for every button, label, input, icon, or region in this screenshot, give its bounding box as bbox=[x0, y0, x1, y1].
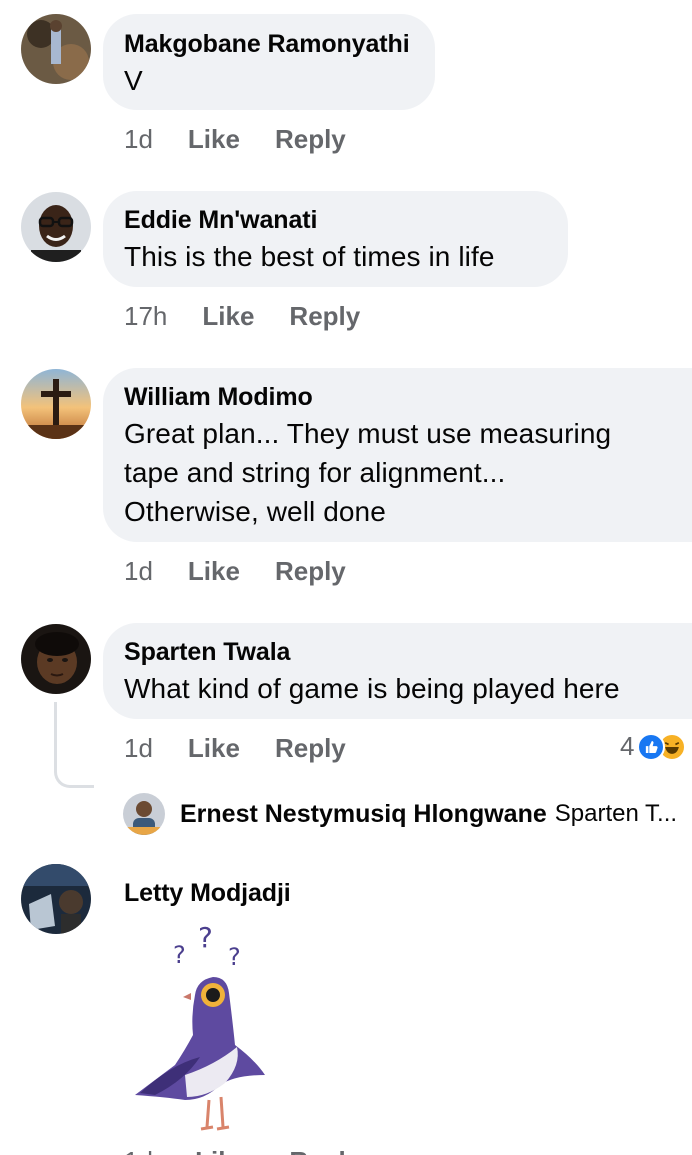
avatar-image bbox=[21, 192, 91, 262]
reply-button[interactable]: Reply bbox=[275, 124, 346, 155]
comment-text: V bbox=[124, 65, 143, 96]
comment-text-line: Great plan... They must use measuring bbox=[124, 418, 612, 449]
reply-button[interactable]: Reply bbox=[275, 733, 346, 764]
comment-actions: 1d Like Reply bbox=[124, 124, 381, 155]
reply-author[interactable]: Ernest Nestymusiq Hlongwane bbox=[180, 800, 547, 829]
confused-pigeon-sticker: ? ? ? bbox=[125, 921, 275, 1140]
comment-bubble: Sparten Twala What kind of game is being… bbox=[103, 623, 692, 719]
comment-text-line: tape and string for alignment... bbox=[124, 457, 506, 488]
like-icon bbox=[637, 732, 666, 761]
comment-author[interactable]: Sparten Twala bbox=[124, 635, 683, 669]
reply-snippet: Sparten T... bbox=[554, 800, 678, 827]
comment-actions: 1d Like Reply bbox=[124, 733, 381, 764]
comment-author[interactable]: William Modimo bbox=[124, 380, 683, 414]
avatar-image bbox=[21, 14, 91, 84]
avatar-ernest[interactable] bbox=[123, 793, 165, 835]
reply-preview-row[interactable]: Ernest Nestymusiq Hlongwane Sparten T... bbox=[123, 793, 677, 835]
avatar-image bbox=[123, 793, 165, 835]
like-button[interactable]: Like bbox=[188, 733, 240, 764]
svg-text:?: ? bbox=[198, 925, 213, 954]
comment-actions: 17h Like Reply bbox=[124, 301, 395, 332]
reaction-summary[interactable]: 4 bbox=[620, 731, 687, 762]
comment-author[interactable]: Eddie Mn'wanati bbox=[124, 203, 548, 237]
reaction-count: 4 bbox=[620, 731, 635, 761]
like-button[interactable]: Like bbox=[188, 124, 240, 155]
reply-button[interactable]: Reply bbox=[289, 1146, 360, 1155]
avatar-letty[interactable] bbox=[21, 864, 91, 934]
like-button[interactable]: Like bbox=[188, 556, 240, 587]
avatar-image bbox=[21, 624, 91, 694]
avatar-image bbox=[21, 864, 91, 934]
svg-text:?: ? bbox=[228, 943, 241, 971]
svg-text:?: ? bbox=[173, 941, 186, 969]
thread-connector bbox=[54, 702, 94, 788]
like-button[interactable]: Like bbox=[202, 301, 254, 332]
comment-text: This is the best of times in life bbox=[124, 241, 495, 272]
comment-time[interactable]: 17h bbox=[124, 301, 167, 332]
comment-actions: 1d Like Reply bbox=[124, 556, 381, 587]
comment-text-line: Otherwise, well done bbox=[124, 496, 386, 527]
avatar-eddie[interactable] bbox=[21, 192, 91, 262]
like-button[interactable]: Like bbox=[195, 1146, 247, 1155]
avatar-sparten[interactable] bbox=[21, 624, 91, 694]
comment-actions-partial: 1d Like Reply bbox=[124, 1146, 360, 1155]
reply-button[interactable]: Reply bbox=[275, 556, 346, 587]
comment-time[interactable]: 1d bbox=[124, 124, 153, 155]
comment-bubble: William Modimo Great plan... They must u… bbox=[103, 368, 692, 542]
comment-time[interactable]: 1d bbox=[124, 1146, 153, 1155]
comment-author[interactable]: Makgobane Ramonyathi bbox=[124, 27, 415, 61]
comment-bubble: Makgobane Ramonyathi V bbox=[103, 14, 435, 110]
comment-text: What kind of game is being played here bbox=[124, 673, 620, 704]
avatar-william[interactable] bbox=[21, 369, 91, 439]
avatar-makgobane[interactable] bbox=[21, 14, 91, 84]
comment-author[interactable]: Letty Modjadji bbox=[124, 876, 291, 910]
comment-time[interactable]: 1d bbox=[124, 556, 153, 587]
comment-time[interactable]: 1d bbox=[124, 733, 153, 764]
reply-button[interactable]: Reply bbox=[289, 301, 360, 332]
avatar-image bbox=[21, 369, 91, 439]
comment-bubble: Eddie Mn'wanati This is the best of time… bbox=[103, 191, 568, 287]
